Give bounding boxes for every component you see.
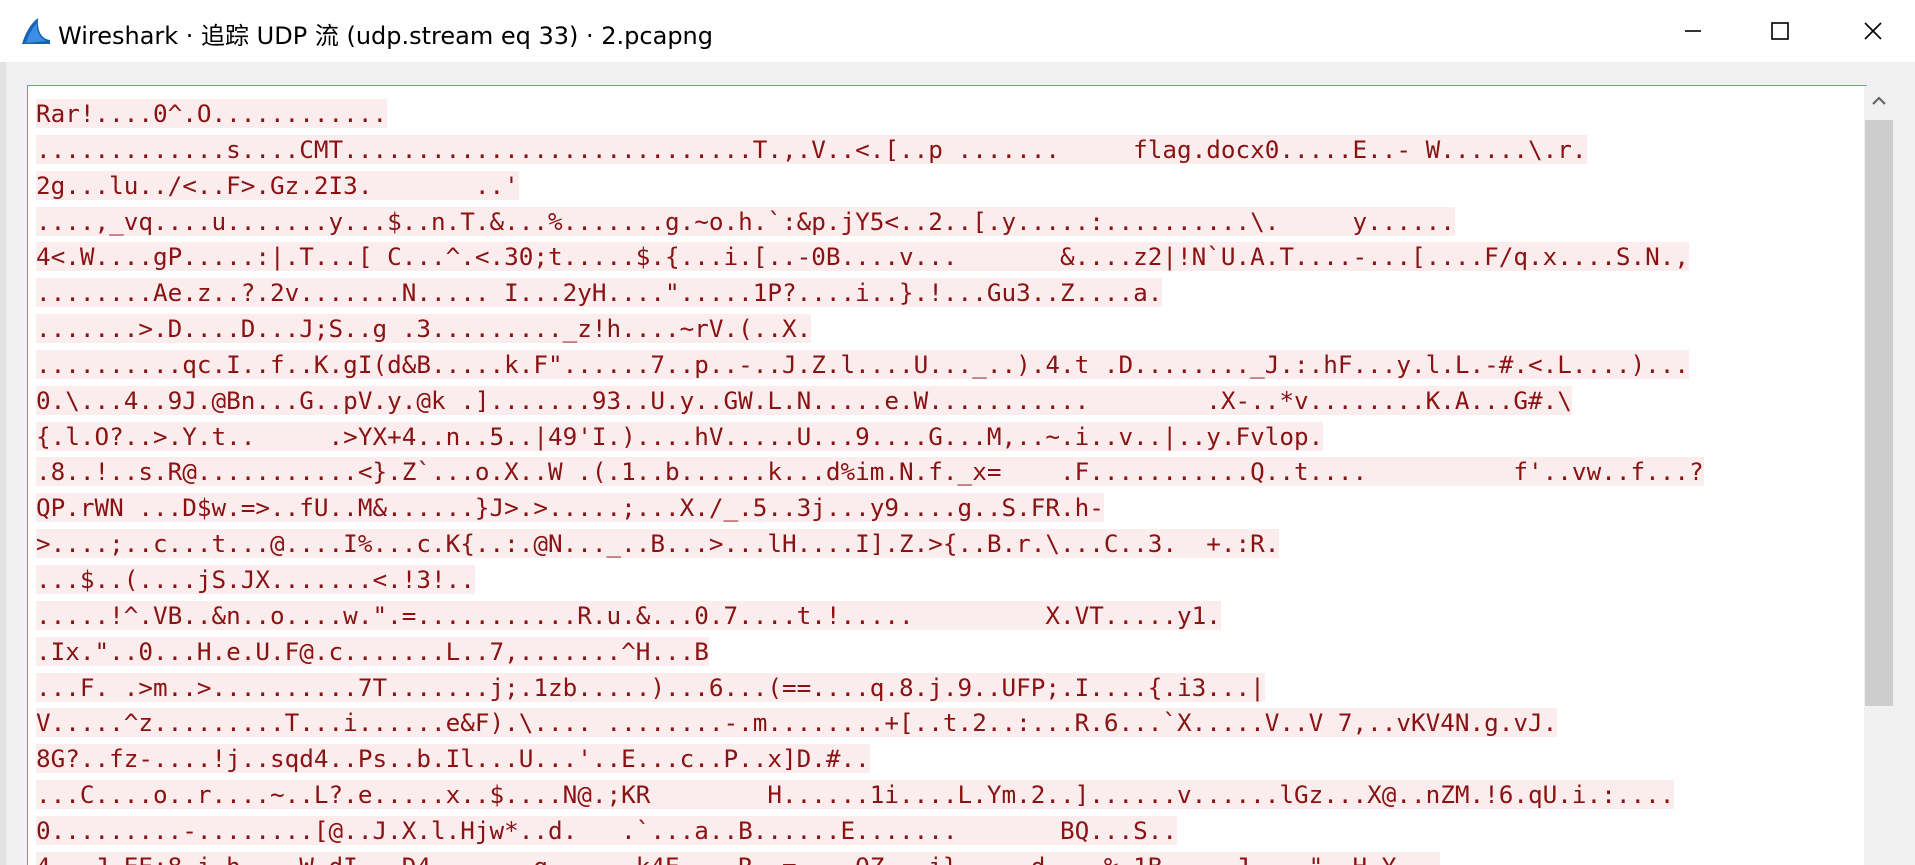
stream-line: 4<.W....gP.....:|.T...[ C...^.<.30;t....… xyxy=(36,239,1856,275)
window-title: Wireshark · 追踪 UDP 流 (udp.stream eq 33) … xyxy=(58,22,713,50)
stream-line-text: >....;..c...t...@....I%...c.K{..:.@N..._… xyxy=(36,529,1280,559)
stream-line-text: ..........qc.I..f..K.gI(d&B.....k.F"....… xyxy=(36,349,1689,379)
stream-line-text: .Ix."..0...H.e.U.F@.c.......L..7,.......… xyxy=(36,636,709,666)
stream-line: >....;..c...t...@....I%...c.K{..:.@N..._… xyxy=(36,526,1856,562)
close-icon xyxy=(1864,22,1882,40)
stream-line-text: 4<.W....gP.....:|.T...[ C...^.<.30;t....… xyxy=(36,242,1689,272)
stream-line: 0.\...4..9J.@Bn...G..pV.y.@k .].......93… xyxy=(36,383,1856,419)
stream-text[interactable]: Rar!....0^.O............ .............s..… xyxy=(36,96,1856,865)
stream-line-text: Rar!....0^.O............ xyxy=(36,99,388,128)
stream-line: ........Ae.z..?.2v.......N..... I...2yH.… xyxy=(36,275,1856,311)
stream-line: {.l.O?..>.Y.t.. .>YX+4..n..5..|49'I.)...… xyxy=(36,419,1856,455)
stream-line-text: 8G?..fz-....!j..sqd4..Ps..b.Il...U...'..… xyxy=(36,744,870,774)
stream-line-text: .8..!..s.R@...........<}.Z`...o.X..W .(.… xyxy=(36,457,1704,487)
stream-line: .....!^.VB..&n..o....w.".=...........R.u… xyxy=(36,598,1856,634)
stream-line: ..........qc.I..f..K.gI(d&B.....k.F"....… xyxy=(36,347,1856,383)
stream-line: 0.........-........[@..J.X.l.Hjw*..d. .`… xyxy=(36,813,1856,849)
stream-line-text: QP.rWN ...D$w.=>..fU..M&......}J>.>.....… xyxy=(36,493,1104,523)
stream-line-text: .............s....CMT...................… xyxy=(36,134,1587,164)
stream-line-text: ...C....o..r....~..L?.e.....x..$....N@.;… xyxy=(36,780,1675,810)
follow-udp-stream-window: Wireshark · 追踪 UDP 流 (udp.stream eq 33) … xyxy=(0,0,1915,865)
stream-line: ...C....o..r....~..L?.e.....x..$....N@.;… xyxy=(36,777,1856,813)
stream-line: ...$..(....jS.JX.......<.!3!.. xyxy=(36,562,1856,598)
maximize-button[interactable] xyxy=(1735,0,1825,62)
chevron-up-icon xyxy=(1872,96,1886,105)
stream-line: .8..!..s.R@...........<}.Z`...o.X..W .(.… xyxy=(36,454,1856,490)
stream-line-text: .......>.D....D...J;S..g .3........._z!h… xyxy=(36,314,812,344)
stream-line: 2g...lu../<..F>.Gz.2I3. ..' xyxy=(36,168,1856,204)
stream-line-text: ...F. .>m..>..........7T.......j;.1zb...… xyxy=(36,672,1265,702)
stream-line-text: 2g...lu../<..F>.Gz.2I3. ..' xyxy=(36,170,519,200)
stream-line: 8G?..fz-....!j..sqd4..Ps..b.Il...U...'..… xyxy=(36,741,1856,777)
stream-line-text: ...$..(....jS.JX.......<.!3!.. xyxy=(36,564,475,594)
left-window-edge xyxy=(0,62,6,865)
scroll-up-button[interactable] xyxy=(1864,86,1894,116)
stream-line: .Ix."..0...H.e.U.F@.c.......L..7,.......… xyxy=(36,634,1856,670)
stream-line: .......>.D....D...J;S..g .3........._z!h… xyxy=(36,311,1856,347)
vertical-scrollbar[interactable] xyxy=(1864,86,1894,865)
stream-line-text: 0.........-........[@..J.X.l.Hjw*..d. .`… xyxy=(36,815,1177,845)
close-button[interactable] xyxy=(1828,0,1915,62)
stream-line-text: 4...J.EE;8.i.h....W.dI...D4.......g.....… xyxy=(36,851,1441,865)
stream-line: Rar!....0^.O............ xyxy=(36,96,1856,132)
title-bar[interactable]: Wireshark · 追踪 UDP 流 (udp.stream eq 33) … xyxy=(0,0,1915,62)
stream-line-text: ....,_vq....u.......y...$..n.T.&...%....… xyxy=(36,206,1455,236)
minimize-button[interactable] xyxy=(1648,0,1738,62)
stream-line: ....,_vq....u.......y...$..n.T.&...%....… xyxy=(36,204,1856,240)
stream-content-pane[interactable]: Rar!....0^.O............ .............s..… xyxy=(27,85,1867,865)
maximize-icon xyxy=(1771,22,1789,40)
scroll-thumb[interactable] xyxy=(1865,120,1893,706)
stream-line-text: {.l.O?..>.Y.t.. .>YX+4..n..5..|49'I.)...… xyxy=(36,421,1324,451)
stream-line: QP.rWN ...D$w.=>..fU..M&......}J>.>.....… xyxy=(36,490,1856,526)
stream-line: V.....^z.........T...i......e&F).\.... .… xyxy=(36,705,1856,741)
wireshark-fin-icon xyxy=(22,18,50,44)
stream-line: .............s....CMT...................… xyxy=(36,132,1856,168)
stream-line: 4...J.EE;8.i.h....W.dI...D4.......g.....… xyxy=(36,849,1856,865)
stream-line-text: 0.\...4..9J.@Bn...G..pV.y.@k .].......93… xyxy=(36,385,1572,415)
stream-line-text: .....!^.VB..&n..o....w.".=...........R.u… xyxy=(36,600,1221,630)
minimize-icon xyxy=(1685,30,1701,32)
stream-line: ...F. .>m..>..........7T.......j;.1zb...… xyxy=(36,670,1856,706)
stream-line-text: V.....^z.........T...i......e&F).\.... .… xyxy=(36,708,1558,738)
stream-line-text: ........Ae.z..?.2v.......N..... I...2yH.… xyxy=(36,278,1163,308)
